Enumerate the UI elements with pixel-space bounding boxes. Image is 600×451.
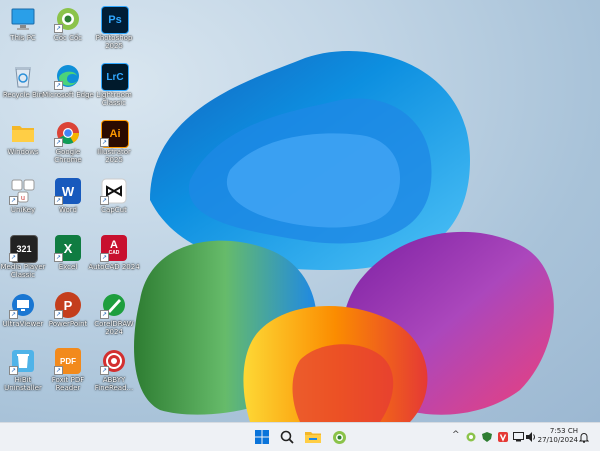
network-icon[interactable] <box>511 428 525 446</box>
show-hidden-icons-chevron[interactable]: ^ <box>452 430 460 440</box>
coccoc-taskbar-icon[interactable] <box>330 428 348 446</box>
chrome-icon: ↗ <box>54 120 81 147</box>
shortcut-arrow-icon: ↗ <box>100 253 109 262</box>
desktop-icon-photoshop[interactable]: Ps Photoshop 2025 <box>88 6 140 50</box>
icon-label: CorelDRAW 2024 <box>94 320 134 336</box>
desktop-icon-illustrator[interactable]: Ai ↗ Illustrator 2025 <box>88 120 140 164</box>
icon-label: Foxit PDF Reader <box>51 376 85 392</box>
icon-label: ABBYY FineRead... <box>94 376 134 392</box>
lightroom-tile: LrC <box>101 63 129 91</box>
desktop-icon-excel[interactable]: X ↗ Excel <box>42 235 94 271</box>
shortcut-arrow-icon: ↗ <box>100 366 109 375</box>
hibit-icon: ↗ <box>9 348 36 375</box>
ultraviewer-icon: ↗ <box>9 292 36 319</box>
shortcut-arrow-icon: ↗ <box>9 253 18 262</box>
clock-date: 27/10/2024 <box>537 436 578 444</box>
coreldraw-icon: ↗ <box>100 292 127 319</box>
shortcut-arrow-icon: ↗ <box>54 138 63 147</box>
icon-label: Google Chrome <box>54 148 82 164</box>
file-explorer-icon[interactable] <box>304 428 322 446</box>
desktop-icon-autocad[interactable]: A CAD ↗ AutoCAD 2024 <box>88 235 140 271</box>
edge-icon: ↗ <box>54 63 81 90</box>
word-icon: W ↗ <box>54 178 81 205</box>
desktop-icon-lightroom-classic[interactable]: LrC Lightroom Classic <box>88 63 140 107</box>
shortcut-arrow-icon: ↗ <box>100 310 109 319</box>
illustrator-icon: Ai ↗ <box>100 120 129 148</box>
volume-icon[interactable] <box>524 428 538 446</box>
autocad-letter: A <box>110 239 118 251</box>
tray-coccoc-icon[interactable] <box>464 428 478 446</box>
shortcut-arrow-icon: ↗ <box>9 196 18 205</box>
shortcut-arrow-icon: ↗ <box>100 138 109 147</box>
desktop-icon-google-chrome[interactable]: ↗ Google Chrome <box>42 120 94 164</box>
desktop[interactable]: This PC Recycle Bin Windows u ↗ UniKey 3… <box>0 0 600 422</box>
recycle-bin-icon <box>10 63 36 89</box>
icon-label: CapCut <box>101 206 127 214</box>
desktop-icon-microsoft-edge[interactable]: ↗ Microsoft Edge <box>42 63 94 99</box>
excel-icon: X ↗ <box>54 235 81 262</box>
capcut-icon: ↗ <box>100 178 127 205</box>
photoshop-icon: Ps <box>101 6 129 34</box>
icon-label: Lightroom Classic <box>96 91 132 107</box>
lightroom-icon: LrC <box>101 63 129 91</box>
media-player-icon: 321 ↗ <box>9 235 38 263</box>
desktop-icon-coreldraw[interactable]: ↗ CorelDRAW 2024 <box>88 292 140 336</box>
notification-bell-icon[interactable] <box>577 428 591 446</box>
shortcut-arrow-icon: ↗ <box>9 310 18 319</box>
shortcut-arrow-icon: ↗ <box>100 196 109 205</box>
icon-label: Illustrator 2025 <box>97 148 131 164</box>
shortcut-arrow-icon: ↗ <box>54 24 63 33</box>
taskbar: ^ 7:53 CH 27/10/2024 <box>0 422 600 451</box>
system-clock[interactable]: 7:53 CH 27/10/2024 <box>538 427 578 445</box>
shortcut-arrow-icon: ↗ <box>9 366 18 375</box>
icon-label: Microsoft Edge <box>42 91 94 99</box>
shortcut-arrow-icon: ↗ <box>54 253 63 262</box>
shortcut-arrow-icon: ↗ <box>54 310 63 319</box>
autocad-cad-text: CAD <box>108 250 120 256</box>
photoshop-tile: Ps <box>101 6 129 34</box>
shortcut-arrow-icon: ↗ <box>54 81 63 90</box>
folder-icon <box>10 120 36 146</box>
tray-vivaldi-icon[interactable] <box>496 428 510 446</box>
clock-time: 7:53 CH <box>549 427 578 435</box>
abbyy-icon: ↗ <box>100 348 127 375</box>
icon-label: Excel <box>58 263 78 271</box>
start-icon[interactable] <box>253 428 271 446</box>
coccoc-icon: ↗ <box>54 6 81 33</box>
shortcut-arrow-icon: ↗ <box>54 196 63 205</box>
desktop-icon-foxit-pdf-reader[interactable]: PDF ↗ Foxit PDF Reader <box>42 348 94 392</box>
powerpoint-icon: P ↗ <box>54 292 81 319</box>
desktop-icon-word[interactable]: W ↗ Word <box>42 178 94 214</box>
icon-label: PowerPoint <box>48 320 88 328</box>
icon-label: Cốc Cốc <box>53 34 83 42</box>
tray-shield-icon[interactable] <box>480 428 494 446</box>
foxit-icon: PDF ↗ <box>54 348 81 375</box>
desktop-icon-capcut[interactable]: ↗ CapCut <box>88 178 140 214</box>
search-icon[interactable] <box>278 428 296 446</box>
shortcut-arrow-icon: ↗ <box>54 366 63 375</box>
unikey-icon: u ↗ <box>9 178 36 205</box>
autocad-icon: A CAD ↗ <box>100 235 127 262</box>
icon-label: Photoshop 2025 <box>95 34 133 50</box>
desktop-icon-coccoc[interactable]: ↗ Cốc Cốc <box>42 6 94 42</box>
svg-text:u: u <box>21 195 25 202</box>
icon-label: Word <box>59 206 77 214</box>
desktop-icon-powerpoint[interactable]: P ↗ PowerPoint <box>42 292 94 328</box>
icon-label: AutoCAD 2024 <box>88 263 140 271</box>
desktop-icon-abbyy[interactable]: ↗ ABBYY FineRead... <box>88 348 140 392</box>
monitor-icon <box>10 6 36 32</box>
